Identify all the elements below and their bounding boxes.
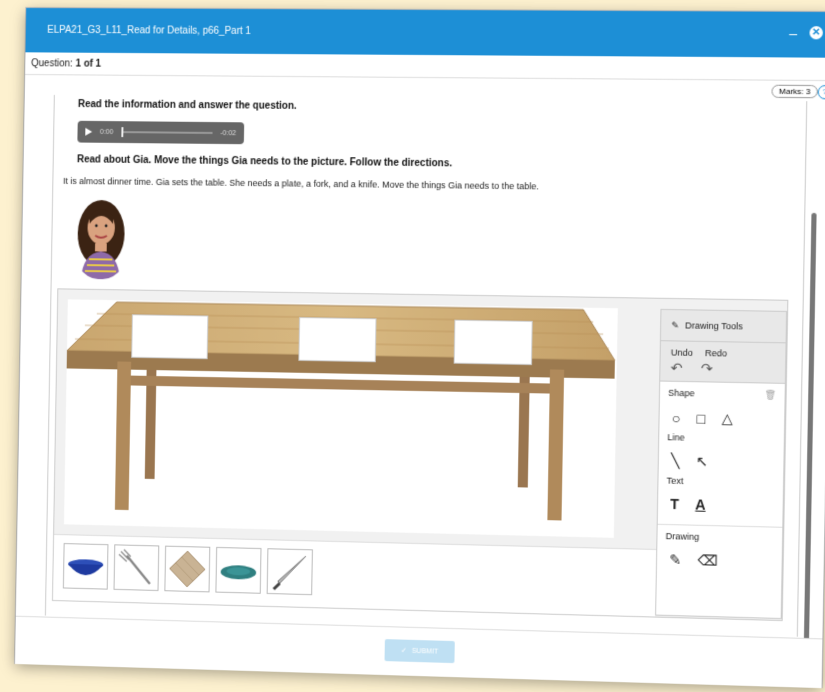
undo-icon[interactable]: ↶ bbox=[670, 360, 682, 377]
bowl-icon bbox=[64, 544, 108, 589]
gia-portrait bbox=[71, 194, 131, 280]
drawing-tools-icon: ✎ bbox=[671, 320, 679, 331]
line-tool-icon[interactable]: ╲ bbox=[671, 452, 680, 469]
drag-drop-board: ✎ Drawing Tools Undo Redo ↶ ↷ Shape 🗑 ○ … bbox=[52, 288, 788, 621]
redo-icon[interactable]: ↷ bbox=[701, 360, 713, 377]
assessment-window: ELPA21_G3_L11_Read for Details, p66_Part… bbox=[15, 8, 825, 687]
undo-redo-section: Undo Redo ↶ ↷ bbox=[660, 341, 785, 384]
drawing-tools-panel: ✎ Drawing Tools Undo Redo ↶ ↷ Shape 🗑 ○ … bbox=[655, 309, 787, 619]
napkin-item[interactable] bbox=[164, 546, 210, 593]
drawing-tools-label: Drawing Tools bbox=[685, 320, 743, 331]
square-tool-icon[interactable]: □ bbox=[697, 410, 706, 426]
audio-progress-bar[interactable] bbox=[121, 131, 213, 134]
eraser-tool-icon[interactable]: ⌫ bbox=[697, 552, 718, 570]
shape-label: Shape bbox=[668, 388, 695, 400]
redo-label: Redo bbox=[705, 348, 727, 358]
help-icon[interactable]: ? bbox=[818, 85, 825, 99]
drawing-tools-header[interactable]: ✎ Drawing Tools bbox=[661, 310, 786, 343]
prompt-text: Read about Gia. Move the things Gia need… bbox=[77, 154, 452, 169]
table-scene bbox=[64, 299, 618, 537]
instruction-text: Read the information and answer the ques… bbox=[78, 99, 297, 112]
draggable-items-tray bbox=[53, 534, 656, 617]
line-label: Line bbox=[667, 432, 684, 442]
question-counter: 1 of 1 bbox=[76, 58, 102, 69]
scrollbar[interactable] bbox=[804, 213, 817, 649]
drop-slot-2[interactable] bbox=[298, 317, 376, 362]
bowl-item[interactable] bbox=[63, 543, 109, 590]
submit-label: SUBMIT bbox=[412, 647, 439, 655]
fork-item[interactable] bbox=[114, 544, 160, 591]
check-icon: ✓ bbox=[401, 647, 407, 655]
knife-item[interactable] bbox=[267, 548, 313, 595]
knife-icon bbox=[268, 549, 312, 594]
question-content: Read the information and answer the ques… bbox=[45, 95, 807, 637]
plate-icon bbox=[216, 548, 260, 593]
fork-icon bbox=[115, 545, 159, 590]
drop-slot-3[interactable] bbox=[454, 320, 533, 365]
shape-section: Shape 🗑 ○ □ △ Line ╲ ↖ Text T A bbox=[658, 382, 785, 527]
passage-text: It is almost dinner time. Gia sets the t… bbox=[63, 176, 539, 191]
window-title: ELPA21_G3_L11_Read for Details, p66_Part… bbox=[47, 25, 251, 37]
trash-icon[interactable]: 🗑 bbox=[765, 390, 777, 401]
arrow-line-tool-icon[interactable]: ↖ bbox=[696, 453, 708, 470]
pen-tool-icon[interactable]: ✎ bbox=[669, 551, 681, 568]
text-label: Text bbox=[667, 476, 684, 486]
drawing-section: Drawing ✎ ⌫ bbox=[657, 524, 783, 584]
question-label: Question: bbox=[31, 58, 73, 69]
title-bar: ELPA21_G3_L11_Read for Details, p66_Part… bbox=[25, 8, 825, 58]
submit-button[interactable]: ✓ SUBMIT bbox=[385, 639, 455, 663]
drawing-label: Drawing bbox=[666, 531, 700, 542]
text-tool-icon[interactable]: T bbox=[670, 496, 679, 512]
audio-current-time: 0:00 bbox=[100, 128, 113, 135]
audio-remaining-time: -0:02 bbox=[220, 130, 236, 137]
drop-slot-1[interactable] bbox=[131, 314, 208, 359]
minimize-button[interactable]: – bbox=[789, 28, 797, 38]
audio-player[interactable]: 0:00 -0:02 bbox=[77, 121, 244, 144]
napkin-icon bbox=[165, 547, 209, 592]
marks-badge: Marks: 3 bbox=[772, 85, 818, 99]
girl-image bbox=[71, 194, 131, 280]
undo-label: Undo bbox=[671, 347, 693, 357]
plate-item[interactable] bbox=[215, 547, 261, 594]
circle-tool-icon[interactable]: ○ bbox=[672, 410, 681, 426]
play-icon[interactable] bbox=[85, 128, 92, 136]
close-button[interactable]: ✕ bbox=[809, 26, 823, 39]
triangle-tool-icon[interactable]: △ bbox=[722, 410, 733, 427]
text-style-icon[interactable]: A bbox=[695, 496, 706, 512]
